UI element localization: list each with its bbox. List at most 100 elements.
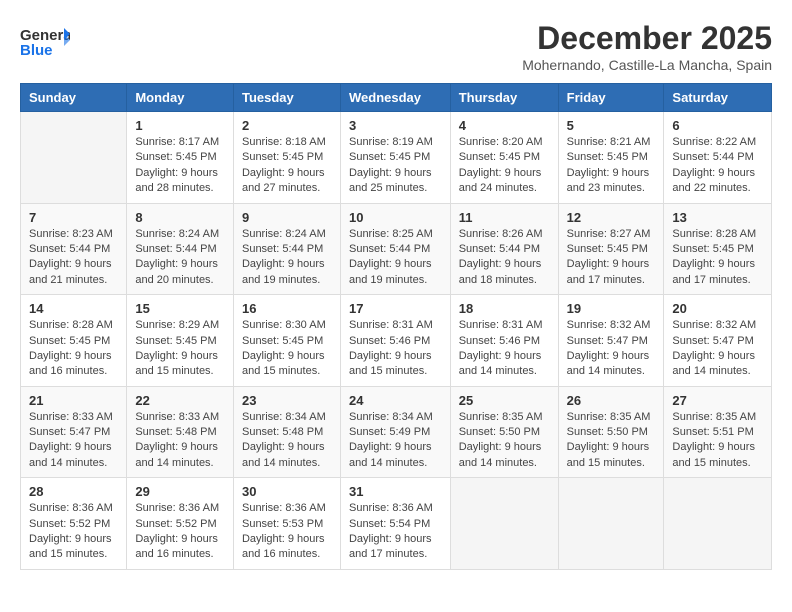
table-cell: 30 Sunrise: 8:36 AM Sunset: 5:53 PM Dayli…	[233, 478, 340, 570]
day-number: 10	[349, 210, 442, 225]
day-info: Sunrise: 8:24 AM Sunset: 5:44 PM Dayligh…	[242, 227, 332, 289]
day-info: Sunrise: 8:35 AM Sunset: 5:51 PM Dayligh…	[672, 410, 763, 472]
table-cell: 1Sunrise: 8:17 AM Sunset: 5:45 PM Daylig…	[127, 112, 234, 204]
day-number: 11	[459, 210, 550, 225]
day-info: Sunrise: 8:36 AM Sunset: 5:54 PM Dayligh…	[349, 501, 442, 563]
day-number: 19	[567, 301, 656, 316]
week-row-3: 21 Sunrise: 8:33 AM Sunset: 5:47 PM Dayli…	[21, 386, 772, 478]
day-number: 26	[567, 393, 656, 408]
day-number: 25	[459, 393, 550, 408]
day-number: 9	[242, 210, 332, 225]
table-cell	[664, 478, 772, 570]
day-info: Sunrise: 8:20 AM Sunset: 5:45 PM Dayligh…	[459, 135, 550, 197]
day-number: 7	[29, 210, 118, 225]
week-row-2: 14 Sunrise: 8:28 AM Sunset: 5:45 PM Dayli…	[21, 295, 772, 387]
table-cell: 5 Sunrise: 8:21 AM Sunset: 5:45 PM Daylig…	[558, 112, 664, 204]
day-number: 14	[29, 301, 118, 316]
day-info: Sunrise: 8:22 AM Sunset: 5:44 PM Dayligh…	[672, 135, 763, 197]
table-cell: 18 Sunrise: 8:31 AM Sunset: 5:46 PM Dayli…	[450, 295, 558, 387]
day-number: 31	[349, 484, 442, 499]
table-cell: 29 Sunrise: 8:36 AM Sunset: 5:52 PM Dayli…	[127, 478, 234, 570]
table-cell: 21 Sunrise: 8:33 AM Sunset: 5:47 PM Dayli…	[21, 386, 127, 478]
day-number: 24	[349, 393, 442, 408]
header-wednesday: Wednesday	[340, 84, 450, 112]
day-number: 12	[567, 210, 656, 225]
day-info: Sunrise: 8:19 AM Sunset: 5:45 PM Dayligh…	[349, 135, 442, 197]
header-thursday: Thursday	[450, 84, 558, 112]
table-cell: 11Sunrise: 8:26 AM Sunset: 5:44 PM Dayli…	[450, 203, 558, 295]
day-number: 13	[672, 210, 763, 225]
day-number: 4	[459, 118, 550, 133]
day-number: 15	[135, 301, 225, 316]
header-monday: Monday	[127, 84, 234, 112]
day-info: Sunrise: 8:29 AM Sunset: 5:45 PM Dayligh…	[135, 318, 225, 380]
table-cell: 28 Sunrise: 8:36 AM Sunset: 5:52 PM Dayli…	[21, 478, 127, 570]
day-info: Sunrise: 8:18 AM Sunset: 5:45 PM Dayligh…	[242, 135, 332, 197]
day-number: 2	[242, 118, 332, 133]
table-cell: 31 Sunrise: 8:36 AM Sunset: 5:54 PM Dayli…	[340, 478, 450, 570]
table-cell: 22Sunrise: 8:33 AM Sunset: 5:48 PM Dayli…	[127, 386, 234, 478]
day-info: Sunrise: 8:24 AM Sunset: 5:44 PM Dayligh…	[135, 227, 225, 289]
day-info: Sunrise: 8:32 AM Sunset: 5:47 PM Dayligh…	[672, 318, 763, 380]
day-info: Sunrise: 8:27 AM Sunset: 5:45 PM Dayligh…	[567, 227, 656, 289]
month-title: December 2025	[522, 20, 772, 57]
day-info: Sunrise: 8:31 AM Sunset: 5:46 PM Dayligh…	[349, 318, 442, 380]
day-info: Sunrise: 8:34 AM Sunset: 5:48 PM Dayligh…	[242, 410, 332, 472]
header-sunday: Sunday	[21, 84, 127, 112]
table-cell: 9 Sunrise: 8:24 AM Sunset: 5:44 PM Daylig…	[233, 203, 340, 295]
table-cell: 10 Sunrise: 8:25 AM Sunset: 5:44 PM Dayli…	[340, 203, 450, 295]
table-cell: 25 Sunrise: 8:35 AM Sunset: 5:50 PM Dayli…	[450, 386, 558, 478]
table-cell: 15 Sunrise: 8:29 AM Sunset: 5:45 PM Dayli…	[127, 295, 234, 387]
table-cell: 2 Sunrise: 8:18 AM Sunset: 5:45 PM Daylig…	[233, 112, 340, 204]
header-friday: Friday	[558, 84, 664, 112]
table-cell: 26 Sunrise: 8:35 AM Sunset: 5:50 PM Dayli…	[558, 386, 664, 478]
day-info: Sunrise: 8:36 AM Sunset: 5:52 PM Dayligh…	[135, 501, 225, 563]
day-info: Sunrise: 8:31 AM Sunset: 5:46 PM Dayligh…	[459, 318, 550, 380]
table-cell: 20 Sunrise: 8:32 AM Sunset: 5:47 PM Dayli…	[664, 295, 772, 387]
day-info: Sunrise: 8:28 AM Sunset: 5:45 PM Dayligh…	[29, 318, 118, 380]
day-number: 6	[672, 118, 763, 133]
table-cell: 3Sunrise: 8:19 AM Sunset: 5:45 PM Daylig…	[340, 112, 450, 204]
day-number: 23	[242, 393, 332, 408]
day-number: 5	[567, 118, 656, 133]
day-info: Sunrise: 8:35 AM Sunset: 5:50 PM Dayligh…	[459, 410, 550, 472]
day-info: Sunrise: 8:30 AM Sunset: 5:45 PM Dayligh…	[242, 318, 332, 380]
day-info: Sunrise: 8:36 AM Sunset: 5:53 PM Dayligh…	[242, 501, 332, 563]
day-number: 20	[672, 301, 763, 316]
week-row-0: 1Sunrise: 8:17 AM Sunset: 5:45 PM Daylig…	[21, 112, 772, 204]
day-info: Sunrise: 8:35 AM Sunset: 5:50 PM Dayligh…	[567, 410, 656, 472]
logo-icon: General Blue	[20, 20, 70, 60]
day-number: 16	[242, 301, 332, 316]
logo: General Blue	[20, 20, 70, 60]
header-saturday: Saturday	[664, 84, 772, 112]
table-cell: 23 Sunrise: 8:34 AM Sunset: 5:48 PM Dayli…	[233, 386, 340, 478]
page-container: General Blue December 2025 Mohernando, C…	[20, 20, 772, 570]
day-number: 8	[135, 210, 225, 225]
table-cell: 12 Sunrise: 8:27 AM Sunset: 5:45 PM Dayli…	[558, 203, 664, 295]
day-number: 21	[29, 393, 118, 408]
table-cell: 24Sunrise: 8:34 AM Sunset: 5:49 PM Dayli…	[340, 386, 450, 478]
day-info: Sunrise: 8:17 AM Sunset: 5:45 PM Dayligh…	[135, 135, 225, 197]
table-cell: 7 Sunrise: 8:23 AM Sunset: 5:44 PM Daylig…	[21, 203, 127, 295]
calendar-table: Sunday Monday Tuesday Wednesday Thursday…	[20, 83, 772, 570]
day-number: 29	[135, 484, 225, 499]
day-number: 30	[242, 484, 332, 499]
table-cell: 19 Sunrise: 8:32 AM Sunset: 5:47 PM Dayli…	[558, 295, 664, 387]
day-info: Sunrise: 8:33 AM Sunset: 5:47 PM Dayligh…	[29, 410, 118, 472]
table-cell: 17Sunrise: 8:31 AM Sunset: 5:46 PM Dayli…	[340, 295, 450, 387]
day-info: Sunrise: 8:36 AM Sunset: 5:52 PM Dayligh…	[29, 501, 118, 563]
table-cell: 8 Sunrise: 8:24 AM Sunset: 5:44 PM Daylig…	[127, 203, 234, 295]
table-cell	[21, 112, 127, 204]
table-cell: 16 Sunrise: 8:30 AM Sunset: 5:45 PM Dayli…	[233, 295, 340, 387]
day-info: Sunrise: 8:23 AM Sunset: 5:44 PM Dayligh…	[29, 227, 118, 289]
day-number: 28	[29, 484, 118, 499]
header-tuesday: Tuesday	[233, 84, 340, 112]
day-number: 18	[459, 301, 550, 316]
day-info: Sunrise: 8:25 AM Sunset: 5:44 PM Dayligh…	[349, 227, 442, 289]
table-cell: 13Sunrise: 8:28 AM Sunset: 5:45 PM Dayli…	[664, 203, 772, 295]
table-cell: 6 Sunrise: 8:22 AM Sunset: 5:44 PM Daylig…	[664, 112, 772, 204]
svg-text:Blue: Blue	[20, 42, 53, 59]
day-info: Sunrise: 8:32 AM Sunset: 5:47 PM Dayligh…	[567, 318, 656, 380]
day-info: Sunrise: 8:21 AM Sunset: 5:45 PM Dayligh…	[567, 135, 656, 197]
table-cell: 27Sunrise: 8:35 AM Sunset: 5:51 PM Dayli…	[664, 386, 772, 478]
